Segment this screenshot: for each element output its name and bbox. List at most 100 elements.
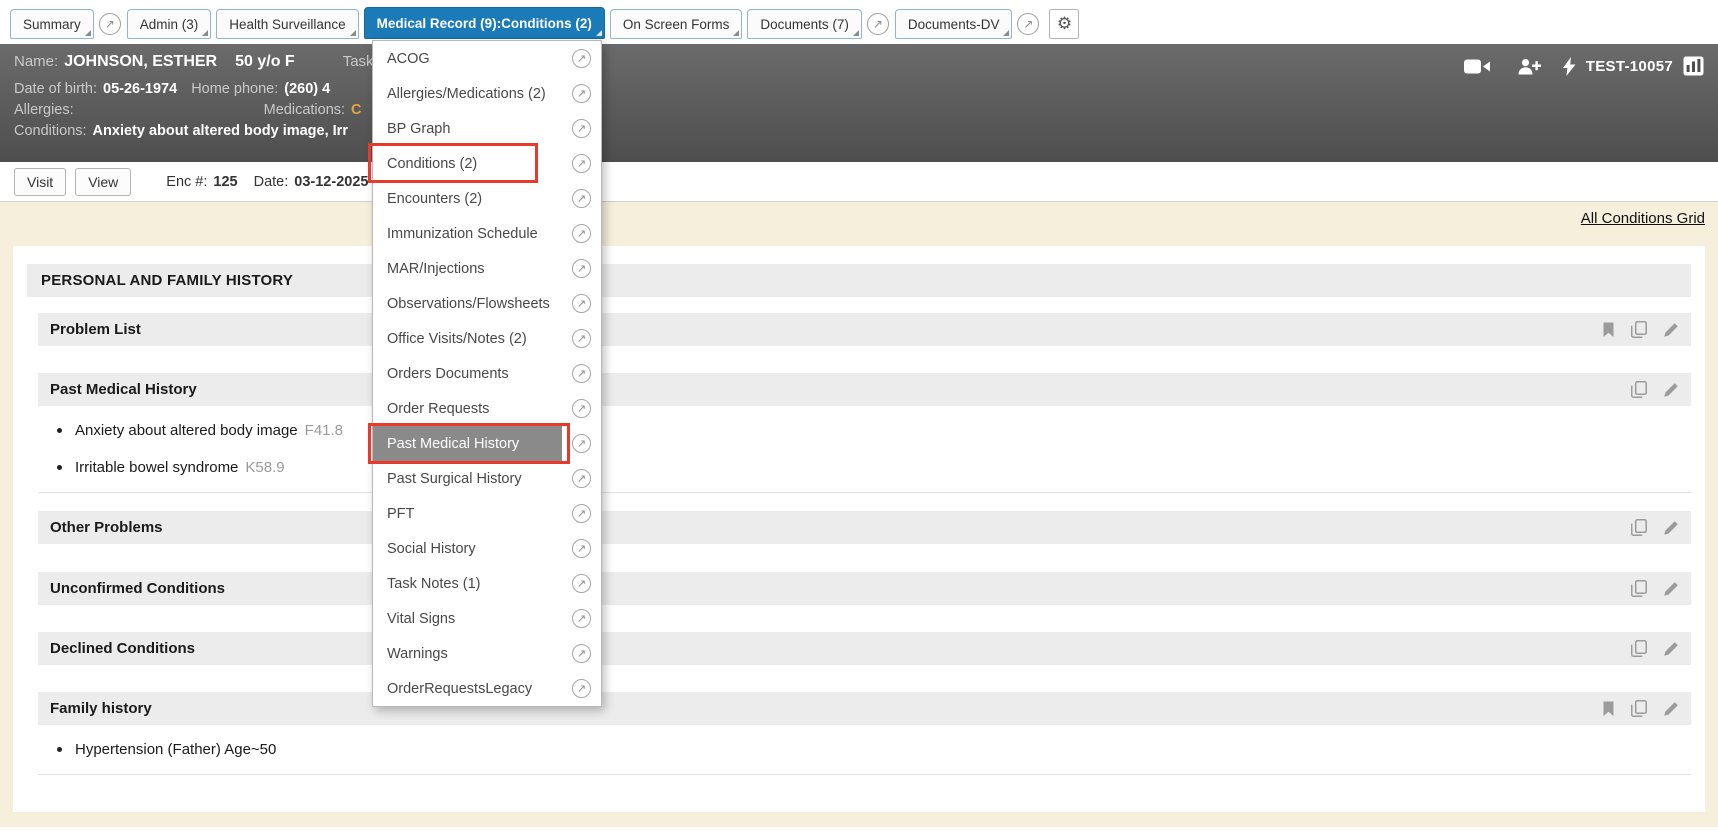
open-new-window-icon[interactable]: ↗ <box>572 84 591 103</box>
open-new-window-icon[interactable]: ↗ <box>572 574 591 593</box>
tab-admin[interactable]: Admin (3) <box>127 9 212 39</box>
condition-text: Irritable bowel syndrome <box>75 457 238 478</box>
menu-item-order-requests[interactable]: Order Requests ↗ <box>373 391 601 426</box>
menu-item-vital-signs[interactable]: Vital Signs ↗ <box>373 601 601 636</box>
medications-value: C <box>351 102 361 118</box>
open-new-window-icon[interactable]: ↗ <box>572 119 591 138</box>
visit-button[interactable]: Visit <box>14 168 66 196</box>
bar-chart-icon[interactable] <box>1683 56 1704 76</box>
bookmark-icon[interactable] <box>1602 322 1615 338</box>
past-medical-history-list: Anxiety about altered body image F41.8 I… <box>38 412 1691 493</box>
copy-icon[interactable] <box>1631 321 1647 338</box>
section-unconfirmed-conditions: Unconfirmed Conditions <box>38 572 1691 605</box>
section-title: Family history <box>50 700 1602 717</box>
tab-on-screen-forms[interactable]: On Screen Forms <box>610 9 743 39</box>
menu-item-immunization-schedule[interactable]: Immunization Schedule ↗ <box>373 216 601 251</box>
menu-item-task-notes[interactable]: Task Notes (1) ↗ <box>373 566 601 601</box>
tab-bar: Summary ↗ Admin (3) Health Surveillance … <box>0 0 1718 44</box>
tab-documents[interactable]: Documents (7) <box>747 9 862 39</box>
open-new-window-icon[interactable]: ↗ <box>572 364 591 383</box>
open-new-window-icon[interactable]: ↗ <box>572 49 591 68</box>
edit-icon[interactable] <box>1663 581 1679 597</box>
bookmark-icon[interactable] <box>1602 701 1615 717</box>
open-new-window-icon[interactable]: ↗ <box>572 644 591 663</box>
open-new-window-icon[interactable]: ↗ <box>572 504 591 523</box>
home-phone-value: (260) 4 <box>284 81 330 97</box>
menu-item-allergies-medications[interactable]: Allergies/Medications (2) ↗ <box>373 76 601 111</box>
menu-item-past-surgical-history[interactable]: Past Surgical History ↗ <box>373 461 601 496</box>
open-new-window-icon[interactable]: ↗ <box>572 259 591 278</box>
tab-health-surveillance[interactable]: Health Surveillance <box>216 9 358 39</box>
tab-label: Summary <box>23 17 81 32</box>
menu-item-label: Observations/Flowsheets <box>383 296 572 312</box>
open-new-window-icon[interactable]: ↗ <box>572 399 591 418</box>
section-title: Past Medical History <box>50 381 1631 398</box>
menu-item-mar-injections[interactable]: MAR/Injections ↗ <box>373 251 601 286</box>
edit-icon[interactable] <box>1663 641 1679 657</box>
open-new-window-icon[interactable]: ↗ <box>572 539 591 558</box>
menu-item-orderrequestslegacy[interactable]: OrderRequestsLegacy ↗ <box>373 671 601 706</box>
add-user-icon[interactable] <box>1517 58 1541 75</box>
section-past-medical-history: Past Medical History <box>38 373 1691 406</box>
date-label: Date: <box>254 174 289 190</box>
copy-icon[interactable] <box>1631 700 1647 717</box>
open-new-window-icon[interactable]: ↗ <box>572 224 591 243</box>
lightning-bolt-icon[interactable] <box>1563 57 1576 76</box>
personal-family-history-header: PERSONAL AND FAMILY HISTORY <box>27 264 1691 297</box>
tab-documents-dv[interactable]: Documents-DV <box>895 9 1013 39</box>
menu-item-pft[interactable]: PFT ↗ <box>373 496 601 531</box>
condition-item: Irritable bowel syndrome K58.9 <box>57 449 1691 486</box>
menu-item-observations-flowsheets[interactable]: Observations/Flowsheets ↗ <box>373 286 601 321</box>
open-new-window-icon[interactable]: ↗ <box>572 434 591 453</box>
menu-item-past-medical-history[interactable]: Past Medical History ↗ <box>373 426 601 461</box>
all-conditions-grid-link[interactable]: All Conditions Grid <box>1581 210 1705 227</box>
tab-summary[interactable]: Summary <box>10 9 94 39</box>
tab-label: Documents (7) <box>760 17 849 32</box>
copy-icon[interactable] <box>1631 381 1647 398</box>
menu-item-social-history[interactable]: Social History ↗ <box>373 531 601 566</box>
menu-item-office-visits-notes[interactable]: Office Visits/Notes (2) ↗ <box>373 321 601 356</box>
tab-medical-record[interactable]: Medical Record (9):Conditions (2) <box>364 7 605 39</box>
edit-icon[interactable] <box>1663 382 1679 398</box>
medical-record-dropdown: ACOG ↗ Allergies/Medications (2) ↗ BP Gr… <box>372 40 602 707</box>
tab-label: On Screen Forms <box>623 17 730 32</box>
conditions-panel: PERSONAL AND FAMILY HISTORY Problem List… <box>13 246 1705 812</box>
gear-icon[interactable]: ⚙ <box>1049 9 1079 39</box>
open-new-window-icon[interactable]: ↗ <box>572 469 591 488</box>
menu-item-conditions[interactable]: Conditions (2) ↗ <box>373 146 601 181</box>
open-new-window-icon[interactable]: ↗ <box>572 679 591 698</box>
edit-icon[interactable] <box>1663 520 1679 536</box>
menu-item-label: BP Graph <box>383 121 572 137</box>
patient-id: TEST-10057 <box>1586 58 1673 75</box>
open-new-window-icon[interactable]: ↗ <box>572 294 591 313</box>
open-new-window-icon[interactable]: ↗ <box>572 189 591 208</box>
view-button[interactable]: View <box>75 168 131 196</box>
menu-item-orders-documents[interactable]: Orders Documents ↗ <box>373 356 601 391</box>
copy-icon[interactable] <box>1631 519 1647 536</box>
menu-item-label: MAR/Injections <box>383 261 572 277</box>
copy-icon[interactable] <box>1631 640 1647 657</box>
patient-header-toolbar: TEST-10057 <box>1464 56 1704 76</box>
tab-label: Documents-DV <box>908 17 1000 32</box>
bullet <box>57 747 62 752</box>
open-new-window-icon[interactable]: ↗ <box>867 13 889 35</box>
edit-icon[interactable] <box>1663 701 1679 717</box>
enc-value: 125 <box>213 174 237 190</box>
condition-code: F41.8 <box>305 420 343 441</box>
video-camera-icon[interactable] <box>1464 58 1491 75</box>
menu-item-warnings[interactable]: Warnings ↗ <box>373 636 601 671</box>
copy-icon[interactable] <box>1631 580 1647 597</box>
open-new-window-icon[interactable]: ↗ <box>572 154 591 173</box>
open-new-window-icon[interactable]: ↗ <box>572 609 591 628</box>
menu-item-encounters[interactable]: Encounters (2) ↗ <box>373 181 601 216</box>
open-new-window-icon[interactable]: ↗ <box>99 13 121 35</box>
open-new-window-icon[interactable]: ↗ <box>1017 13 1039 35</box>
allergies-label: Allergies: <box>14 102 74 118</box>
tab-label: Admin (3) <box>140 17 199 32</box>
menu-item-label: Allergies/Medications (2) <box>383 86 572 102</box>
open-new-window-icon[interactable]: ↗ <box>572 329 591 348</box>
edit-icon[interactable] <box>1663 322 1679 338</box>
family-history-list: Hypertension (Father) Age~50 <box>38 731 1691 775</box>
menu-item-acog[interactable]: ACOG ↗ <box>373 41 601 76</box>
menu-item-bp-graph[interactable]: BP Graph ↗ <box>373 111 601 146</box>
